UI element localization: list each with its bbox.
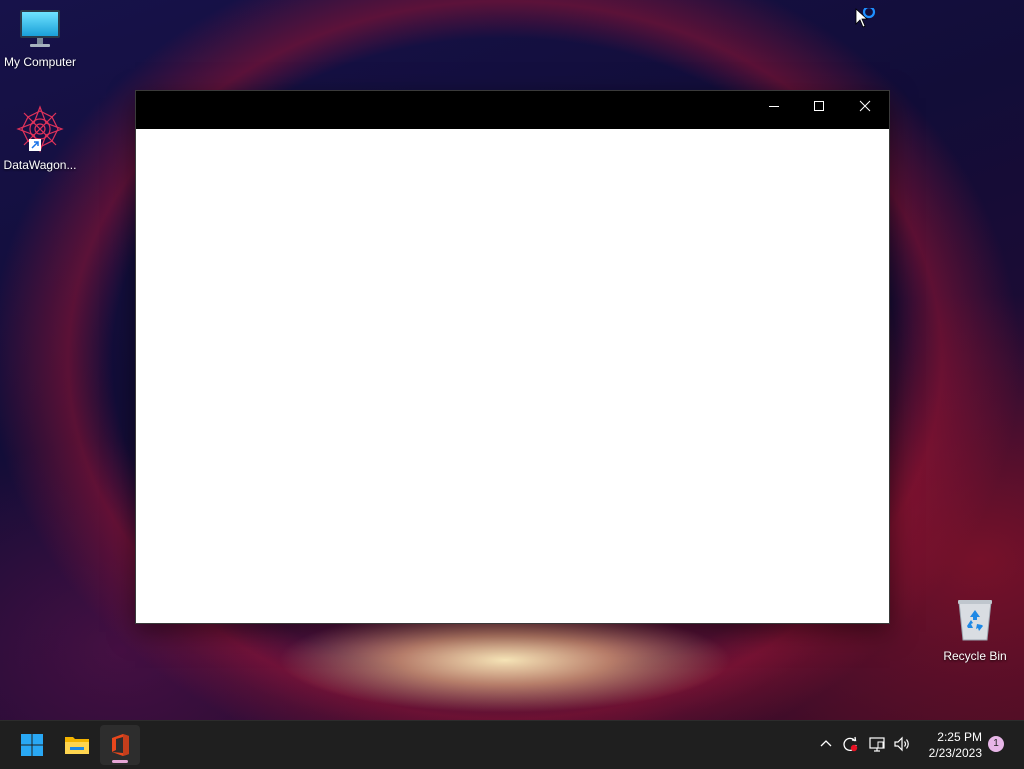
network-icon — [869, 737, 885, 752]
maximize-icon — [814, 101, 824, 111]
desktop-icon-label: DataWagon... — [3, 158, 77, 172]
busy-cursor-icon — [855, 5, 876, 28]
volume-button[interactable] — [891, 733, 913, 755]
desktop-icon-datawagon[interactable]: DataWagon... — [0, 105, 80, 172]
recycle-bin-icon — [958, 600, 992, 641]
windows-logo-icon — [21, 734, 43, 756]
notification-badge[interactable]: 1 — [988, 736, 1004, 752]
taskbar: 2:25 PM 2/23/2023 — [0, 720, 1024, 769]
minimize-icon — [769, 106, 779, 107]
title-bar[interactable] — [136, 91, 889, 129]
office-button[interactable] — [100, 725, 140, 765]
sync-icon — [843, 736, 858, 752]
desktop-icon-label: My Computer — [3, 55, 77, 69]
start-button[interactable] — [12, 725, 52, 765]
datawagon-app-icon — [16, 105, 64, 153]
maximize-button[interactable] — [796, 91, 842, 121]
volume-icon — [894, 736, 909, 752]
minimize-button[interactable] — [751, 91, 797, 121]
file-explorer-button[interactable] — [57, 725, 97, 765]
desktop: My Computer DataWagon... Recycle Bin — [0, 0, 1024, 720]
clock-time: 2:25 PM — [937, 730, 982, 744]
network-button[interactable] — [866, 733, 888, 755]
sync-status-button[interactable] — [839, 733, 861, 755]
desktop-icon-recycle-bin[interactable]: Recycle Bin — [935, 596, 1015, 663]
clock-date: 2/23/2023 — [928, 746, 982, 760]
chevron-up-icon — [820, 740, 832, 747]
desktop-icon-label: Recycle Bin — [943, 649, 1007, 663]
desktop-icon-my-computer[interactable]: My Computer — [0, 8, 80, 69]
active-app-indicator — [112, 760, 128, 763]
clock[interactable]: 2:25 PM 2/23/2023 — [929, 729, 982, 761]
close-button[interactable] — [842, 91, 888, 121]
mouse-cursor — [855, 5, 876, 32]
show-hidden-icons-button[interactable] — [815, 733, 837, 755]
close-icon — [859, 100, 871, 112]
window-content[interactable] — [136, 129, 889, 623]
office-icon — [112, 734, 129, 756]
folder-icon — [65, 737, 89, 754]
monitor-icon — [20, 10, 60, 47]
app-window — [135, 90, 890, 624]
